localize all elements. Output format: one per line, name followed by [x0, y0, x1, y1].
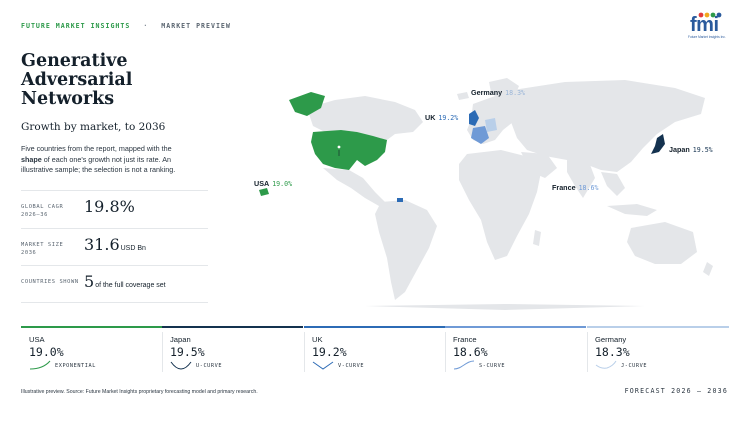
- card-divider: [162, 332, 163, 372]
- country-cards: USA 19.0% EXPONENTIAL Japan 19.5% U-CURV…: [21, 326, 729, 374]
- map-germany: [485, 118, 497, 132]
- stat-unit: of the full coverage set: [95, 282, 166, 289]
- description-text-end: of each one's growth not just its rate. …: [21, 154, 176, 175]
- header-separator: ·: [143, 22, 149, 30]
- card-country: UK: [312, 335, 323, 344]
- card-divider: [587, 332, 588, 372]
- card-accent-bar: [445, 326, 586, 328]
- land-new-zealand: [703, 262, 713, 276]
- brand-name[interactable]: FUTURE MARKET INSIGHTS: [21, 22, 130, 30]
- stat-value: 31.6USD Bn: [84, 235, 146, 254]
- v-curve-icon: [312, 361, 334, 370]
- card-curve-type: EXPONENTIAL: [55, 363, 96, 369]
- map-label-rate: 18.3%: [505, 89, 526, 97]
- map-usa-alaska: [259, 188, 269, 196]
- map-label-rate: 19.2%: [438, 114, 459, 122]
- logo-wordmark: fmi: [690, 14, 719, 36]
- top-bar: FUTURE MARKET INSIGHTS · MARKET PREVIEW: [21, 22, 231, 30]
- stat-value: 19.8%: [84, 197, 135, 216]
- forecast-range: FORECAST 2026 – 2036: [624, 387, 728, 395]
- card-accent-bar: [162, 326, 303, 328]
- s-curve-icon: [453, 360, 475, 370]
- card-country: Germany: [595, 335, 627, 344]
- map-label-rate: 18.6%: [578, 184, 599, 192]
- marker-usa: [337, 145, 341, 149]
- map-label-country: UK: [425, 113, 436, 122]
- map-label-country: Germany: [471, 88, 503, 97]
- exponential-curve-icon: [29, 360, 51, 370]
- card-rate: 19.5%: [170, 345, 205, 359]
- card-curve-type: V-CURVE: [338, 363, 365, 369]
- card-accent-bar: [21, 326, 162, 328]
- land-central-america: [323, 168, 385, 206]
- stat-label: GLOBAL CAGR 2026–36: [21, 204, 64, 218]
- map-label-uk[interactable]: UK 19.2%: [425, 113, 458, 122]
- map-label-france[interactable]: France 18.6%: [552, 183, 598, 192]
- stat-number: 31.6: [84, 235, 120, 254]
- description-text: Five countries from the report, mapped w…: [21, 144, 172, 153]
- section-label: MARKET PREVIEW: [161, 22, 231, 30]
- stat-countries-shown: COUNTRIES SHOWN 5of the full coverage se…: [21, 265, 208, 303]
- stat-global-cagr: GLOBAL CAGR 2026–36 19.8%: [21, 190, 208, 227]
- card-uk[interactable]: UK 19.2% V-CURVE: [304, 326, 445, 374]
- land-australia: [627, 222, 697, 264]
- map-label-rate: 19.5%: [692, 146, 713, 154]
- card-japan[interactable]: Japan 19.5% U-CURVE: [162, 326, 303, 374]
- card-france[interactable]: France 18.6% S-CURVE: [445, 326, 586, 374]
- map-label-country: France: [552, 183, 576, 192]
- stat-unit: USD Bn: [120, 245, 146, 252]
- card-accent-bar: [587, 326, 729, 328]
- page-title: Generative Adversarial Networks: [21, 51, 133, 109]
- card-rate: 18.3%: [595, 345, 630, 359]
- map-label-country: USA: [254, 179, 270, 188]
- source-note: Illustrative preview. Source: Future Mar…: [21, 389, 258, 395]
- page-subtitle: Growth by market, to 2036: [21, 121, 166, 133]
- card-rate: 19.0%: [29, 345, 64, 359]
- stat-market-size: MARKET SIZE 2036 31.6USD Bn: [21, 228, 208, 265]
- j-curve-icon: [595, 360, 617, 369]
- land-south-america: [375, 200, 437, 300]
- card-divider: [445, 332, 446, 372]
- stat-label: COUNTRIES SHOWN: [21, 279, 79, 285]
- map-label-japan[interactable]: Japan 19.5%: [669, 145, 713, 154]
- map-label-usa[interactable]: USA 19.0%: [254, 179, 292, 188]
- card-accent-bar: [304, 326, 445, 328]
- land-madagascar: [533, 230, 541, 246]
- card-germany[interactable]: Germany 18.3% J-CURVE: [587, 326, 729, 374]
- map-label-rate: 19.0%: [272, 180, 293, 188]
- land-southeast-asia: [601, 172, 625, 196]
- card-usa[interactable]: USA 19.0% EXPONENTIAL: [21, 326, 162, 374]
- map-label-germany[interactable]: Germany 18.3%: [471, 88, 525, 97]
- stat-number: 19.8%: [84, 197, 135, 216]
- description: Five countries from the report, mapped w…: [21, 144, 189, 176]
- stat-number: 5: [84, 272, 95, 291]
- fmi-logo[interactable]: fmi Future Market Insights Inc.: [688, 12, 730, 44]
- land-indonesia: [607, 204, 657, 216]
- land-iceland: [457, 92, 469, 100]
- description-emphasis: shape: [21, 154, 42, 164]
- card-curve-type: J-CURVE: [621, 363, 648, 369]
- card-curve-type: U-CURVE: [196, 363, 223, 369]
- card-curve-type: S-CURVE: [479, 363, 506, 369]
- card-country: USA: [29, 335, 45, 344]
- world-map: [259, 78, 713, 310]
- u-curve-icon: [170, 361, 192, 370]
- card-divider: [304, 332, 305, 372]
- card-rate: 19.2%: [312, 345, 347, 359]
- logo-subtext: Future Market Insights Inc.: [688, 35, 726, 39]
- card-country: France: [453, 335, 477, 344]
- card-rate: 18.6%: [453, 345, 488, 359]
- stat-label: MARKET SIZE 2036: [21, 242, 64, 256]
- map-marker-caribbean: [397, 198, 403, 202]
- map-label-country: Japan: [669, 145, 690, 154]
- stat-value: 5of the full coverage set: [84, 272, 166, 291]
- land-antarctica: [365, 304, 645, 310]
- card-country: Japan: [170, 335, 191, 344]
